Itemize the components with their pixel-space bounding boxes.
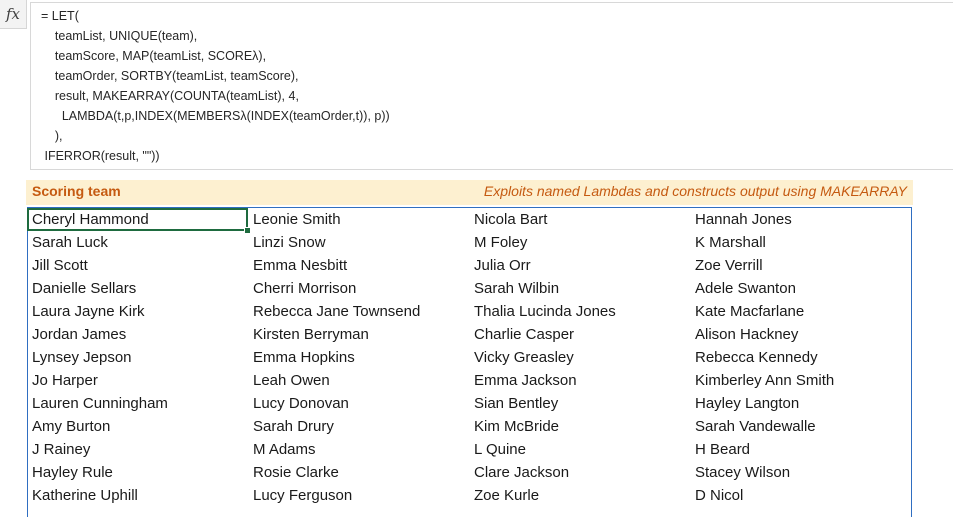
- formula-input[interactable]: = LET( teamList, UNIQUE(team), teamScore…: [30, 2, 953, 170]
- grid-cell[interactable]: Hannah Jones: [690, 208, 911, 231]
- grid-cell[interactable]: Leah Owen: [248, 369, 469, 392]
- formula-line: IFERROR(result, "")): [41, 149, 160, 163]
- grid-cell[interactable]: Katherine Uphill: [27, 484, 248, 507]
- grid-cell[interactable]: Adele Swanton: [690, 277, 911, 300]
- grid-cell[interactable]: Emma Jackson: [469, 369, 690, 392]
- formula-line: teamScore, MAP(teamList, SCOREλ),: [41, 49, 267, 63]
- grid-cell[interactable]: Clare Jackson: [469, 461, 690, 484]
- grid-cell[interactable]: Lauren Cunningham: [27, 392, 248, 415]
- grid-cell[interactable]: Rosie Clarke: [248, 461, 469, 484]
- formula-line: result, MAKEARRAY(COUNTA(teamList), 4,: [41, 89, 299, 103]
- grid-cell[interactable]: Jo Harper: [27, 369, 248, 392]
- grid-cell[interactable]: Leonie Smith: [248, 208, 469, 231]
- grid-cell[interactable]: Nicola Bart: [469, 208, 690, 231]
- grid-cell[interactable]: Linzi Snow: [248, 231, 469, 254]
- header-band: Scoring team Exploits named Lambdas and …: [26, 180, 913, 205]
- fill-handle[interactable]: [244, 227, 251, 234]
- grid-cell[interactable]: Kirsten Berryman: [248, 323, 469, 346]
- grid-cell[interactable]: J Rainey: [27, 438, 248, 461]
- formula-bar: fx = LET( teamList, UNIQUE(team), teamSc…: [0, 0, 955, 170]
- grid-cell[interactable]: Vicky Greasley: [469, 346, 690, 369]
- formula-line: teamList, UNIQUE(team),: [41, 29, 198, 43]
- grid-cell[interactable]: Jordan James: [27, 323, 248, 346]
- grid-cell[interactable]: Amy Burton: [27, 415, 248, 438]
- grid-cell[interactable]: Sarah Wilbin: [469, 277, 690, 300]
- fx-icon[interactable]: fx: [0, 0, 27, 29]
- grid-cell[interactable]: Lucy Donovan: [248, 392, 469, 415]
- grid-cell[interactable]: Zoe Verrill: [690, 254, 911, 277]
- grid-cell[interactable]: L Quine: [469, 438, 690, 461]
- grid-cell[interactable]: Cheryl Hammond: [27, 208, 248, 231]
- grid-cell[interactable]: Lynsey Jepson: [27, 346, 248, 369]
- grid-cell[interactable]: Danielle Sellars: [27, 277, 248, 300]
- grid-cell[interactable]: Sarah Vandewalle: [690, 415, 911, 438]
- grid-cell[interactable]: Stacey Wilson: [690, 461, 911, 484]
- formula-line: LAMBDA(t,p,INDEX(MEMBERSλ(INDEX(teamOrde…: [41, 109, 390, 123]
- section-title[interactable]: Scoring team: [32, 183, 121, 199]
- grid-cell[interactable]: Laura Jayne Kirk: [27, 300, 248, 323]
- grid-cell[interactable]: Kate Macfarlane: [690, 300, 911, 323]
- grid-cell[interactable]: Hayley Rule: [27, 461, 248, 484]
- section-note[interactable]: Exploits named Lambdas and constructs ou…: [484, 183, 907, 199]
- formula-line: = LET(: [41, 9, 79, 23]
- grid-cell[interactable]: M Adams: [248, 438, 469, 461]
- grid-cell[interactable]: Kim McBride: [469, 415, 690, 438]
- grid-cell[interactable]: Sarah Drury: [248, 415, 469, 438]
- grid-cell[interactable]: Alison Hackney: [690, 323, 911, 346]
- formula-line: ),: [41, 129, 63, 143]
- grid-cell[interactable]: M Foley: [469, 231, 690, 254]
- grid-cell[interactable]: Kimberley Ann Smith: [690, 369, 911, 392]
- grid-cell[interactable]: Hayley Langton: [690, 392, 911, 415]
- grid-cell[interactable]: Jill Scott: [27, 254, 248, 277]
- grid-cell[interactable]: Emma Hopkins: [248, 346, 469, 369]
- grid-cell[interactable]: Charlie Casper: [469, 323, 690, 346]
- grid-cell[interactable]: Julia Orr: [469, 254, 690, 277]
- grid-cell[interactable]: Cherri Morrison: [248, 277, 469, 300]
- grid-cell[interactable]: Rebecca Kennedy: [690, 346, 911, 369]
- grid-cell[interactable]: Emma Nesbitt: [248, 254, 469, 277]
- grid-cell[interactable]: H Beard: [690, 438, 911, 461]
- grid-cell[interactable]: Lucy Ferguson: [248, 484, 469, 507]
- formula-line: teamOrder, SORTBY(teamList, teamScore),: [41, 69, 299, 83]
- grid-cell[interactable]: D Nicol: [690, 484, 911, 507]
- grid-cell[interactable]: Zoe Kurle: [469, 484, 690, 507]
- grid-cell[interactable]: Sarah Luck: [27, 231, 248, 254]
- grid-cell[interactable]: Rebecca Jane Townsend: [248, 300, 469, 323]
- grid-cell[interactable]: Sian Bentley: [469, 392, 690, 415]
- grid-cell[interactable]: Thalia Lucinda Jones: [469, 300, 690, 323]
- grid-cell[interactable]: K Marshall: [690, 231, 911, 254]
